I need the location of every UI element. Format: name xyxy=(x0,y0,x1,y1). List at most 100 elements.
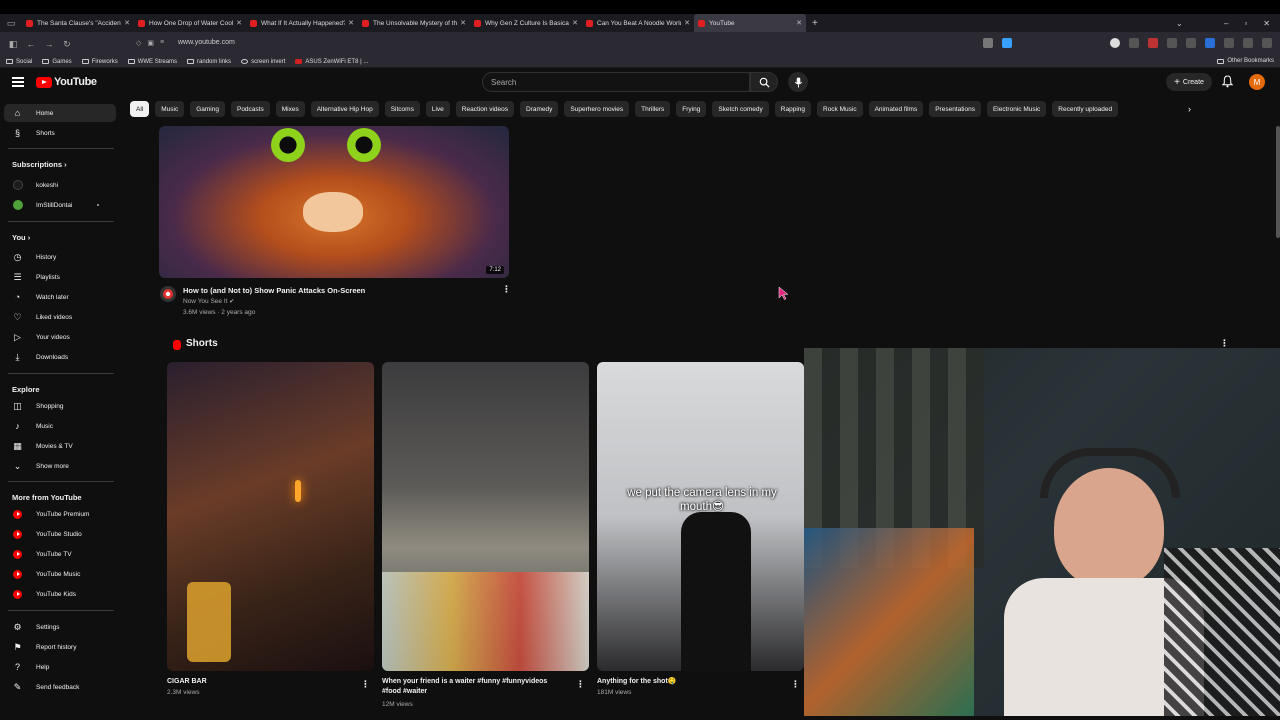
filter-chip[interactable]: Sitcoms xyxy=(384,101,420,117)
sidebar-item-subscription[interactable]: ImStillDontai xyxy=(4,196,116,214)
channel-avatar[interactable] xyxy=(160,286,176,302)
bookmark-link[interactable]: ASUS ZenWiFi ET8 | ... xyxy=(295,59,368,65)
sidebar-item-settings[interactable]: ⚙ Settings xyxy=(4,618,116,636)
filter-chip[interactable]: Live xyxy=(425,101,450,117)
close-window-icon[interactable]: ✕ xyxy=(1263,19,1270,28)
short-title[interactable]: CIGAR BAR xyxy=(167,677,207,687)
channel-name[interactable]: Now You See It ✔ xyxy=(183,298,234,305)
filter-chip[interactable]: Recently uploaded xyxy=(1052,101,1119,117)
chevron-right-icon[interactable]: › xyxy=(1188,104,1191,114)
sidebar-item-subscription[interactable]: kokeshi xyxy=(4,176,116,194)
sidebar-item-your-videos[interactable]: ▷ Your videos xyxy=(4,328,116,346)
close-tab-icon[interactable]: ✕ xyxy=(796,19,802,27)
filter-chip[interactable]: Alternative Hip Hop xyxy=(310,101,379,117)
close-tab-icon[interactable]: ✕ xyxy=(236,19,242,27)
bookmark-folder[interactable]: random links xyxy=(187,59,231,65)
extension-icon[interactable] xyxy=(1148,38,1158,48)
filter-chip[interactable]: Gaming xyxy=(190,101,225,117)
maximize-icon[interactable]: ▫ xyxy=(1244,19,1247,28)
filter-chip[interactable]: All xyxy=(130,101,150,117)
browser-tab[interactable]: Can You Beat A Noodle World ✕ xyxy=(582,14,694,32)
minimize-icon[interactable]: – xyxy=(1224,19,1228,28)
short-more-icon[interactable]: ⋮ xyxy=(791,679,800,690)
browser-tab[interactable]: The Unsolvable Mystery of the ✕ xyxy=(358,14,470,32)
page-scrollbar[interactable] xyxy=(1276,126,1280,238)
short-title[interactable]: Anything for the shot🤤 xyxy=(597,677,677,687)
browser-tab[interactable]: How One Drop of Water Cools ✕ xyxy=(134,14,246,32)
sidebar-item-youtube-music[interactable]: YouTube Music xyxy=(4,565,116,583)
hamburger-menu-icon[interactable] xyxy=(12,76,24,88)
close-tab-icon[interactable]: ✕ xyxy=(460,19,466,27)
sidebar-item-youtube-tv[interactable]: YouTube TV xyxy=(4,545,116,563)
close-tab-icon[interactable]: ✕ xyxy=(348,19,354,27)
short-thumbnail[interactable] xyxy=(167,362,374,671)
you-heading[interactable]: You › xyxy=(12,233,30,242)
youtube-logo[interactable]: YouTube xyxy=(36,76,97,88)
voice-search-button[interactable] xyxy=(788,72,808,92)
sidebar-item-youtube-studio[interactable]: YouTube Studio xyxy=(4,525,116,543)
short-more-icon[interactable]: ⋮ xyxy=(576,679,585,690)
bookmark-star-icon[interactable] xyxy=(1002,38,1012,48)
filter-chip[interactable]: Reaction videos xyxy=(455,101,515,117)
close-tab-icon[interactable]: ✕ xyxy=(572,19,578,27)
sidebar-item-music[interactable]: ♪ Music xyxy=(4,417,116,435)
lock-icon[interactable]: ▣ xyxy=(147,39,154,47)
filter-chip[interactable]: Rapping xyxy=(774,101,811,117)
bookmark-folder[interactable]: Games xyxy=(42,59,72,65)
sidebar-item-playlists[interactable]: ☰ Playlists xyxy=(4,268,116,286)
menu-icon[interactable] xyxy=(1262,38,1272,48)
filter-chip[interactable]: Superhero movies xyxy=(564,101,630,117)
bookmark-folder[interactable]: Social xyxy=(6,59,32,65)
sidebar-toggle-icon[interactable]: ◧ xyxy=(4,39,22,50)
browser-tab[interactable]: The Santa Clause's "Accident" is✕ xyxy=(22,14,134,32)
shield-icon[interactable]: ◇ xyxy=(136,39,141,47)
sidebar-item-youtube-premium[interactable]: YouTube Premium xyxy=(4,505,116,523)
sidebar-item-youtube-kids[interactable]: YouTube Kids xyxy=(4,585,116,603)
sidebar-item-history[interactable]: ◷ History xyxy=(4,248,116,266)
filter-chip[interactable]: Mixes xyxy=(275,101,305,117)
other-bookmarks[interactable]: Other Bookmarks xyxy=(1217,58,1274,64)
sidebar-item-home[interactable]: ⌂ Home xyxy=(4,104,116,122)
forward-icon[interactable]: → xyxy=(40,39,58,49)
sidebar-item-shopping[interactable]: ◫ Shopping xyxy=(4,397,116,415)
sidebar-item-watch-later[interactable]: ◔ Watch later xyxy=(4,288,116,306)
short-more-icon[interactable]: ⋮ xyxy=(361,679,370,690)
filter-chip[interactable]: Presentations xyxy=(929,101,981,117)
filter-chip[interactable]: Music xyxy=(155,101,185,117)
reload-icon[interactable]: ↻ xyxy=(58,39,76,50)
extension-icon[interactable] xyxy=(1129,38,1139,48)
extension-icon[interactable] xyxy=(1110,38,1120,48)
short-thumbnail[interactable]: we put the camera lens in my mouth😎 xyxy=(597,362,804,671)
extension-icon[interactable] xyxy=(1243,38,1253,48)
filter-chip[interactable]: Sketch comedy xyxy=(712,101,769,117)
tab-list-icon[interactable]: ▭ xyxy=(0,14,22,32)
filter-chip[interactable]: Dramedy xyxy=(520,101,559,117)
more-actions-icon[interactable]: ⋮ xyxy=(502,284,511,295)
sidebar-item-movies-tv[interactable]: ▦ Movies & TV xyxy=(4,437,116,455)
subscriptions-heading[interactable]: Subscriptions › xyxy=(12,160,67,169)
search-button[interactable] xyxy=(750,72,778,92)
extension-icon[interactable] xyxy=(1167,38,1177,48)
close-tab-icon[interactable]: ✕ xyxy=(124,19,130,27)
filter-chip[interactable]: Electronic Music xyxy=(986,101,1047,117)
short-thumbnail[interactable] xyxy=(382,362,589,671)
extension-icon[interactable] xyxy=(1224,38,1234,48)
sidebar-item-send-feedback[interactable]: ✎ Send feedback xyxy=(4,678,116,696)
filter-chip[interactable]: Frying xyxy=(676,101,707,117)
permissions-icon[interactable]: ≡ xyxy=(160,39,164,47)
filter-chip[interactable]: Thrillers xyxy=(635,101,671,117)
bookmark-folder[interactable]: WWE Streams xyxy=(127,59,177,65)
sidebar-item-show-more[interactable]: ⌄ Show more xyxy=(4,457,116,475)
extension-icon[interactable] xyxy=(1205,38,1215,48)
create-button[interactable]: + Create xyxy=(1166,73,1212,91)
sidebar-item-liked-videos[interactable]: ♡ Liked videos xyxy=(4,308,116,326)
search-input[interactable]: Search xyxy=(482,72,750,92)
notifications-button[interactable] xyxy=(1221,75,1234,93)
browser-tab[interactable]: What If It Actually Happened? ✕ xyxy=(246,14,358,32)
sidebar-item-downloads[interactable]: ⤓ Downloads xyxy=(4,348,116,366)
sidebar-item-help[interactable]: ? Help xyxy=(4,658,116,676)
account-avatar[interactable]: M xyxy=(1249,74,1265,90)
filter-chip[interactable]: Rock Music xyxy=(817,101,863,117)
filter-chip[interactable]: Animated films xyxy=(868,101,924,117)
sidebar-item-shorts[interactable]: § Shorts xyxy=(4,124,116,142)
